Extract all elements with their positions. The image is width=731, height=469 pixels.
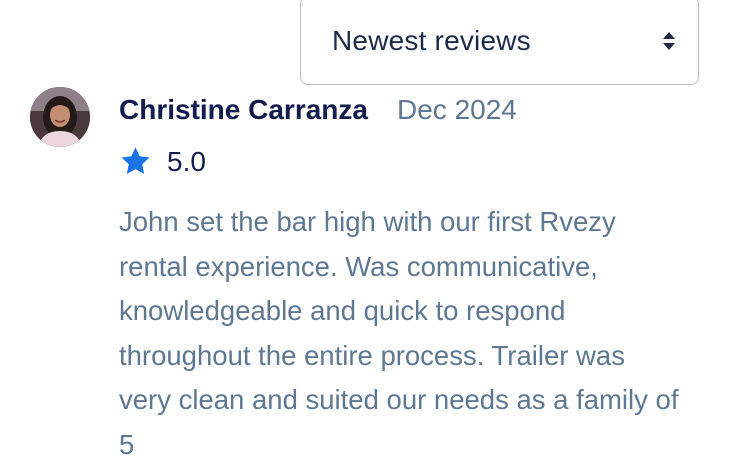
avatar-photo — [30, 87, 90, 147]
review-body-text: John set the bar high with our first Rve… — [119, 206, 679, 460]
sort-selected-label: Newest reviews — [332, 25, 531, 56]
star-icon — [121, 147, 150, 174]
sort-updown-icon — [663, 32, 675, 50]
sort-reviews-dropdown[interactable]: Newest reviews — [300, 0, 699, 85]
reviewer-avatar — [30, 87, 90, 147]
review-panel: Newest reviews Christine Carranza Dec 20… — [0, 0, 731, 469]
reviewer-name[interactable]: Christine Carranza — [119, 92, 368, 128]
review-date: Dec 2024 — [397, 94, 517, 125]
rating-value: 5.0 — [167, 146, 206, 177]
